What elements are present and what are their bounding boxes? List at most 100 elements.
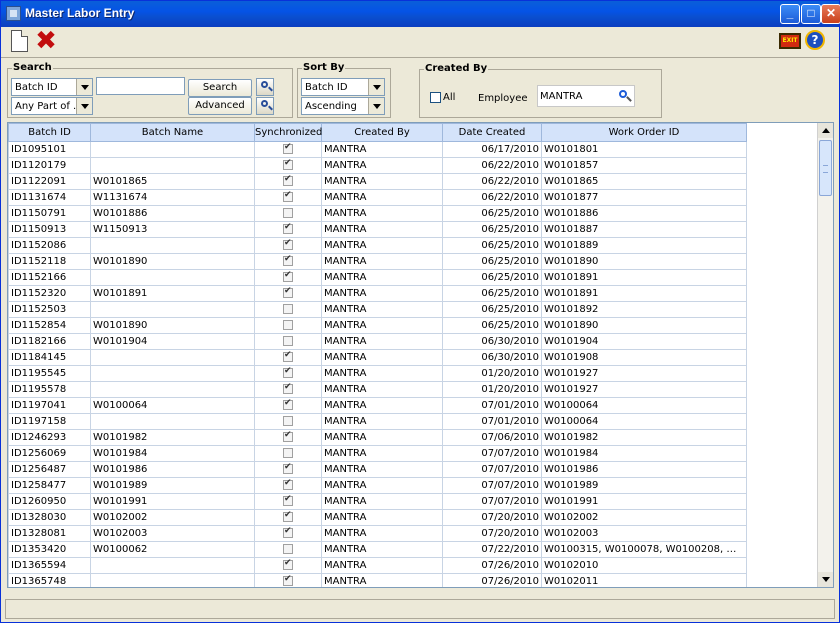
cell-created-by[interactable]: MANTRA — [321, 301, 443, 318]
table-row[interactable]: ID1246293W0101982MANTRA07/06/2010W010198… — [8, 429, 747, 446]
cell-batch-id[interactable]: ID1152118 — [8, 253, 91, 270]
exit-icon[interactable]: EXIT — [779, 33, 801, 49]
cell-batch-name[interactable]: W0101890 — [90, 317, 255, 334]
cell-date-created[interactable]: 06/22/2010 — [442, 157, 542, 174]
table-row[interactable]: ID1197158 MANTRA 07/01/2010 W0100064 — [8, 413, 747, 430]
cell-created-by[interactable]: MANTRA — [321, 365, 443, 382]
synchronized-checkbox[interactable] — [283, 448, 293, 458]
cell-batch-name[interactable]: W0100064 — [90, 397, 255, 414]
cell-batch-name[interactable]: W0101891 — [90, 285, 255, 302]
cell-batch-id[interactable]: ID1256069 — [8, 445, 91, 462]
cell-synchronized[interactable] — [254, 237, 322, 254]
sort-field-select[interactable]: Batch ID — [301, 78, 385, 96]
table-row[interactable]: ID1120179 MANTRA06/22/2010W0101857 — [8, 157, 747, 174]
synchronized-checkbox[interactable] — [283, 527, 293, 538]
table-row[interactable]: ID1152320W0101891MANTRA06/25/2010W010189… — [8, 285, 747, 302]
cell-batch-name[interactable]: W0102003 — [90, 525, 255, 542]
synchronized-checkbox[interactable] — [283, 575, 293, 586]
vertical-scrollbar[interactable] — [817, 123, 833, 587]
cell-date-created[interactable]: 07/01/2010 — [442, 397, 542, 414]
cell-work-order-id[interactable]: W0101886 — [541, 205, 747, 222]
cell-work-order-id[interactable]: W0101887 — [541, 221, 747, 238]
batch-table[interactable]: Batch ID Batch Name Synchronized Created… — [7, 122, 834, 588]
synchronized-checkbox[interactable] — [283, 255, 293, 266]
cell-date-created[interactable]: 07/22/2010 — [442, 541, 542, 558]
cell-work-order-id[interactable]: W0101865 — [541, 173, 747, 190]
table-row[interactable]: ID1365748 MANTRA07/26/2010W0102011 — [8, 573, 747, 587]
cell-batch-id[interactable]: ID1197041 — [8, 397, 91, 414]
cell-synchronized[interactable] — [254, 365, 322, 382]
cell-created-by[interactable]: MANTRA — [321, 429, 443, 446]
help-icon[interactable]: ? — [805, 30, 825, 50]
cell-batch-name[interactable]: W0101865 — [90, 173, 255, 190]
cell-created-by[interactable]: MANTRA — [321, 173, 443, 190]
cell-batch-name[interactable] — [90, 269, 255, 286]
column-header-batch-id[interactable]: Batch ID — [8, 123, 91, 142]
cell-created-by[interactable]: MANTRA — [321, 461, 443, 478]
cell-batch-name[interactable]: W0102002 — [90, 509, 255, 526]
cell-date-created[interactable]: 01/20/2010 — [442, 365, 542, 382]
maximize-button[interactable]: □ — [801, 4, 821, 24]
scroll-up-arrow-icon[interactable] — [818, 123, 833, 138]
cell-date-created[interactable]: 06/17/2010 — [442, 141, 542, 158]
column-header-date-created[interactable]: Date Created — [442, 123, 542, 142]
cell-batch-name[interactable] — [90, 157, 255, 174]
cell-created-by[interactable]: MANTRA — [321, 349, 443, 366]
table-row[interactable]: ID1184145 MANTRA06/30/2010W0101908 — [8, 349, 747, 366]
cell-synchronized[interactable] — [254, 157, 322, 174]
synchronized-checkbox[interactable] — [283, 208, 293, 218]
table-row[interactable]: ID1256069 W0101984 MANTRA 07/07/2010 W010198… — [8, 445, 747, 462]
cell-batch-name[interactable]: W0101890 — [90, 253, 255, 270]
synchronized-checkbox[interactable] — [283, 175, 293, 186]
cell-batch-name[interactable]: W0100062 — [90, 541, 255, 558]
cell-created-by[interactable]: MANTRA — [321, 493, 443, 510]
cell-batch-id[interactable]: ID1197158 — [8, 413, 91, 430]
cell-batch-id[interactable]: ID1122091 — [8, 173, 91, 190]
table-row[interactable]: ID1328081W0102003MANTRA07/20/2010W010200… — [8, 525, 747, 542]
synchronized-checkbox[interactable] — [283, 399, 293, 410]
cell-batch-name[interactable]: W0101982 — [90, 429, 255, 446]
cell-synchronized[interactable] — [254, 189, 322, 206]
cell-synchronized[interactable] — [254, 317, 322, 334]
search-icon[interactable] — [618, 89, 632, 103]
cell-synchronized[interactable] — [254, 525, 322, 542]
cell-batch-name[interactable]: W1131674 — [90, 189, 255, 206]
cell-date-created[interactable]: 06/25/2010 — [442, 269, 542, 286]
cell-date-created[interactable]: 07/26/2010 — [442, 557, 542, 574]
synchronized-checkbox[interactable] — [283, 143, 293, 154]
all-checkbox[interactable] — [430, 92, 441, 103]
close-window-button[interactable]: ✕ — [821, 4, 840, 24]
cell-created-by[interactable]: MANTRA — [321, 541, 443, 558]
cell-work-order-id[interactable]: W0101904 — [541, 333, 747, 350]
cell-batch-id[interactable]: ID1150913 — [8, 221, 91, 238]
cell-work-order-id[interactable]: W0101989 — [541, 477, 747, 494]
cell-created-by[interactable]: MANTRA — [321, 381, 443, 398]
cell-batch-name[interactable] — [90, 365, 255, 382]
cell-created-by[interactable]: MANTRA — [321, 285, 443, 302]
cell-created-by[interactable]: MANTRA — [321, 221, 443, 238]
cell-batch-id[interactable]: ID1120179 — [8, 157, 91, 174]
cell-batch-id[interactable]: ID1258477 — [8, 477, 91, 494]
synchronized-checkbox[interactable] — [283, 511, 293, 522]
cell-work-order-id[interactable]: W0101889 — [541, 237, 747, 254]
scroll-thumb[interactable] — [819, 140, 832, 196]
synchronized-checkbox[interactable] — [283, 239, 293, 250]
table-row[interactable]: ID1182166 W0101904 MANTRA 06/30/2010 W010190… — [8, 333, 747, 350]
cell-batch-name[interactable] — [90, 413, 255, 430]
cell-created-by[interactable]: MANTRA — [321, 573, 443, 587]
cell-date-created[interactable]: 06/25/2010 — [442, 301, 542, 318]
cell-batch-id[interactable]: ID1095101 — [8, 141, 91, 158]
cell-batch-id[interactable]: ID1328081 — [8, 525, 91, 542]
new-document-icon[interactable] — [11, 30, 28, 52]
cell-work-order-id[interactable]: W0101801 — [541, 141, 747, 158]
synchronized-checkbox[interactable] — [283, 223, 293, 234]
cell-batch-id[interactable]: ID1152086 — [8, 237, 91, 254]
cell-work-order-id[interactable]: W0101890 — [541, 317, 747, 334]
cell-batch-name[interactable]: W0101989 — [90, 477, 255, 494]
cell-created-by[interactable]: MANTRA — [321, 141, 443, 158]
cell-created-by[interactable]: MANTRA — [321, 557, 443, 574]
cell-synchronized[interactable] — [254, 285, 322, 302]
cell-created-by[interactable]: MANTRA — [321, 413, 443, 430]
synchronized-checkbox[interactable] — [283, 271, 293, 282]
cell-batch-name[interactable] — [90, 141, 255, 158]
